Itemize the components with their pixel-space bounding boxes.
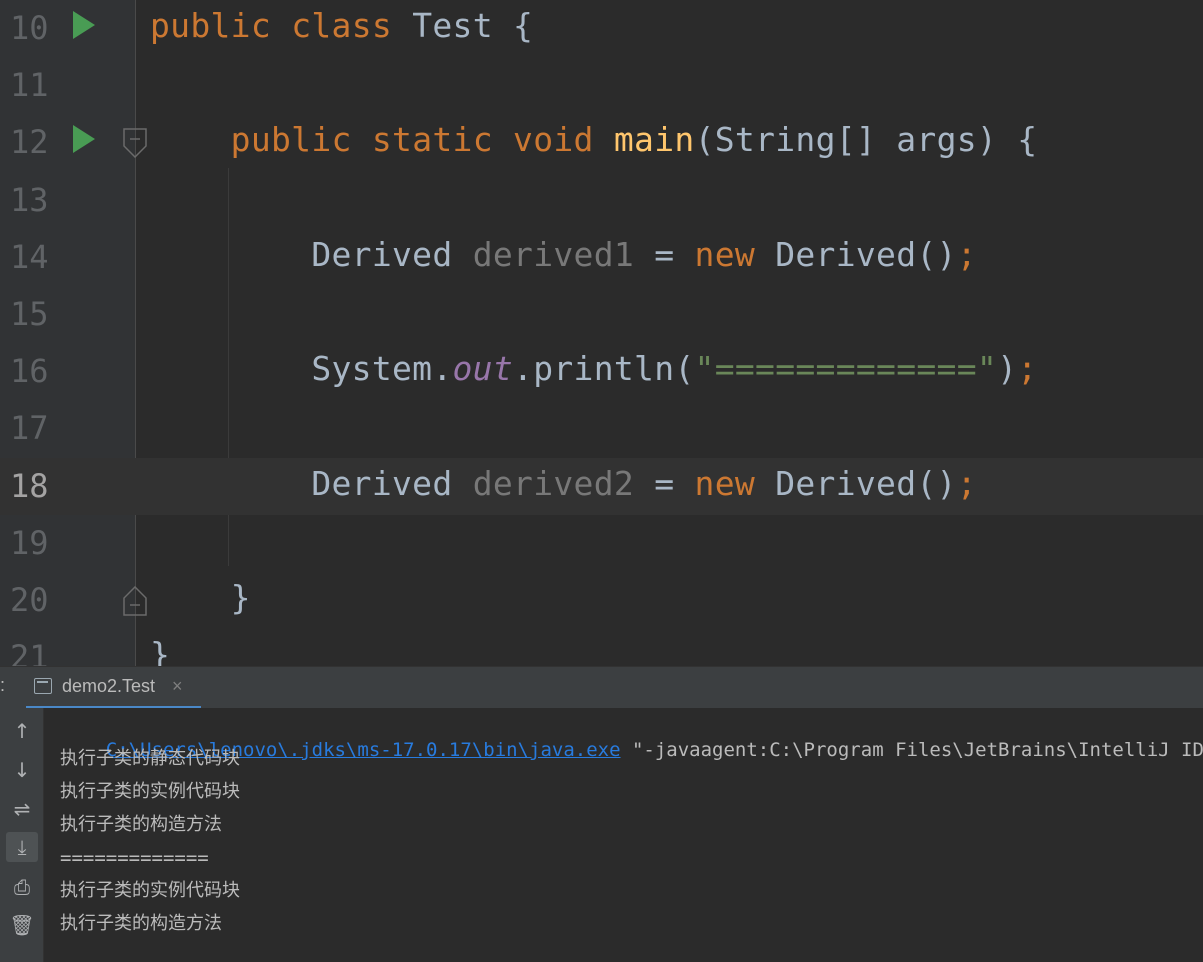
code-text: public class Test { [150, 6, 533, 46]
code-token: .println( [513, 349, 695, 389]
line-number: 19 [10, 523, 49, 562]
code-line[interactable]: 21} [0, 629, 1203, 666]
code-token: public [150, 6, 292, 45]
run-toolbar: ↑ ↓ ⇌ ⤓ ⎙ 🗑 [0, 708, 44, 962]
code-line[interactable]: 16 System.out.println("============="); [0, 343, 1203, 400]
code-token: Test [412, 6, 514, 45]
code-token: } [150, 635, 171, 666]
line-number: 10 [10, 9, 49, 47]
code-line[interactable]: 11 [0, 57, 1203, 114]
code-token: = [634, 234, 695, 274]
console-output-line: ============= [60, 847, 209, 869]
line-number: 14 [10, 237, 49, 276]
code-line[interactable]: 19 [0, 515, 1203, 572]
code-token: new [694, 463, 776, 503]
code-line[interactable]: 12 public static void main(String[] args… [0, 114, 1203, 171]
code-token: Derived [150, 234, 473, 274]
code-text: Derived derived2 = new Derived(); [150, 464, 977, 504]
soft-wrap-icon[interactable]: ⇌ [6, 794, 38, 824]
code-text: } [150, 578, 251, 618]
line-number: 16 [10, 352, 49, 391]
console-output-line: 执行子类的实例代码块 [60, 781, 240, 802]
code-text: Derived derived1 = new Derived(); [150, 235, 977, 275]
scroll-to-end-icon[interactable]: ⤓ [6, 832, 38, 862]
console-output-line: 执行子类的构造方法 [60, 913, 222, 934]
run-title-colon: : [0, 675, 6, 695]
line-number: 12 [10, 123, 49, 162]
code-token: class [291, 6, 413, 45]
code-token: { [513, 6, 534, 45]
command-args: "-javaagent:C:\Program Files\JetBrains\I… [620, 739, 1203, 761]
code-token: void [513, 120, 614, 160]
code-token: new [694, 234, 776, 274]
tab-demo2-test[interactable]: demo2.Test × [26, 667, 201, 709]
code-token: Derived() [775, 463, 957, 503]
code-token: (String[] args) { [694, 120, 1038, 160]
run-tool-window-header: : demo2.Test × [0, 666, 1203, 709]
console-output-line: 执行子类的实例代码块 [60, 880, 240, 901]
code-token: ; [956, 463, 977, 503]
code-line[interactable]: 13 [0, 172, 1203, 229]
line-number: 18 [10, 466, 49, 505]
code-token: System. [150, 349, 453, 389]
tab-close-icon[interactable]: × [172, 676, 183, 697]
line-number: 20 [10, 581, 49, 619]
code-token: derived2 [472, 463, 635, 503]
code-token: = [634, 463, 695, 503]
code-token: Derived() [775, 234, 957, 274]
code-text: } [150, 635, 170, 666]
code-token: derived1 [472, 234, 635, 274]
code-text: public static void main(String[] args) { [150, 120, 1037, 160]
code-line[interactable]: 15 [0, 286, 1203, 343]
run-icon[interactable] [73, 11, 95, 39]
code-editor[interactable]: 10 public class Test {11 12 public static … [0, 0, 1203, 666]
code-token: } [150, 578, 251, 617]
tab-label: demo2.Test [62, 676, 156, 696]
scroll-down-icon[interactable]: ↓ [6, 755, 38, 785]
console-output[interactable]: C:\Users\lenovo\.jdks\ms-17.0.17\bin\jav… [44, 708, 1203, 962]
code-line[interactable]: 20 } [0, 572, 1203, 629]
code-token: ; [956, 234, 977, 274]
code-line[interactable]: 17 [0, 400, 1203, 457]
code-token: Derived [150, 463, 473, 503]
code-token: "=============" [694, 349, 998, 389]
scroll-up-icon[interactable]: ↑ [6, 716, 38, 746]
code-line[interactable]: 18 Derived derived2 = new Derived(); [0, 457, 1203, 515]
line-number: 21 [10, 638, 49, 666]
print-icon[interactable]: ⎙ [6, 872, 38, 902]
line-number: 13 [10, 180, 49, 219]
code-line[interactable]: 10 public class Test { [0, 0, 1203, 57]
code-token: static [371, 120, 514, 160]
code-line[interactable]: 14 Derived derived1 = new Derived(); [0, 229, 1203, 286]
code-token: ; [1017, 349, 1038, 389]
code-token: main [613, 120, 695, 160]
code-token: public [150, 120, 372, 160]
code-token: ) [997, 349, 1018, 389]
line-number: 15 [10, 295, 49, 333]
trash-icon[interactable]: 🗑 [6, 910, 38, 940]
console-icon [34, 678, 52, 694]
console-output-line: 执行子类的静态代码块 [60, 748, 240, 769]
line-number: 11 [10, 66, 49, 105]
line-number: 17 [10, 409, 49, 448]
run-icon[interactable] [73, 125, 95, 154]
fold-collapse-icon[interactable] [123, 128, 147, 159]
code-token: out [452, 349, 514, 389]
console-output-line: 执行子类的构造方法 [60, 814, 222, 835]
fold-end-icon[interactable] [123, 586, 147, 616]
code-text: System.out.println("============="); [150, 349, 1037, 389]
